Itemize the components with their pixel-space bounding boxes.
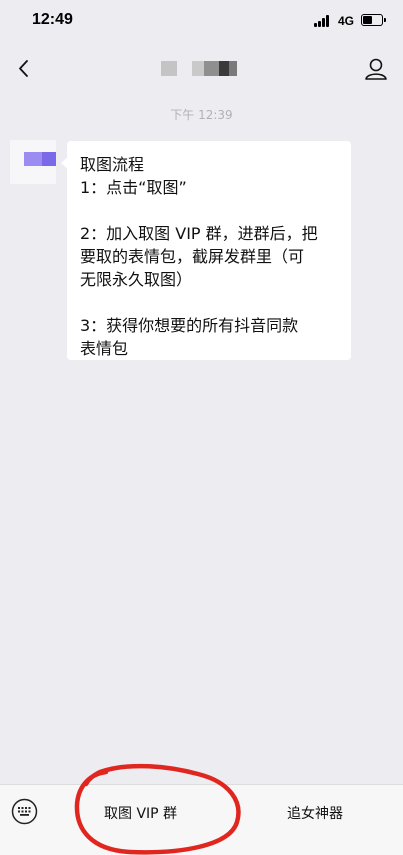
avatar[interactable] bbox=[10, 140, 56, 184]
profile-button[interactable] bbox=[362, 55, 390, 83]
chevron-left-icon bbox=[19, 60, 28, 77]
status-bar: 12:49 4G bbox=[0, 0, 403, 44]
battery-tip bbox=[384, 18, 386, 22]
keyboard-toggle-button[interactable] bbox=[11, 798, 38, 825]
chat-title-redacted bbox=[160, 61, 240, 77]
menu-item-secondary[interactable]: 追女神器 bbox=[287, 803, 343, 823]
message-line: 无限永久取图） bbox=[80, 270, 193, 289]
message-bubble[interactable]: 取图流程 1：点击“取图” 2：加入取图 VIP 群，进群后，把 要取的表情包，… bbox=[67, 141, 351, 360]
back-button[interactable] bbox=[10, 54, 40, 84]
menu-item-vip-group[interactable]: 取图 VIP 群 bbox=[104, 803, 177, 823]
message-line: 取图流程 bbox=[80, 155, 145, 174]
battery-icon bbox=[361, 14, 383, 26]
signal-icon bbox=[314, 15, 334, 27]
person-icon bbox=[365, 58, 387, 80]
network-label: 4G bbox=[338, 14, 355, 28]
message-line: 2：加入取图 VIP 群，进群后，把 bbox=[80, 224, 318, 243]
message-timestamp: 下午 12:39 bbox=[170, 108, 233, 122]
bottom-menu-bar: 取图 VIP 群 追女神器 bbox=[0, 784, 403, 855]
keyboard-icon bbox=[11, 798, 38, 825]
status-time: 12:49 bbox=[32, 11, 73, 28]
message-line: 3：获得你想要的所有抖音同款 bbox=[80, 316, 299, 335]
message-line: 表情包 bbox=[80, 339, 129, 358]
nav-bar bbox=[0, 44, 403, 94]
message-line: 1：点击“取图” bbox=[80, 178, 187, 197]
message-line: 要取的表情包，截屏发群里（可 bbox=[80, 247, 305, 266]
